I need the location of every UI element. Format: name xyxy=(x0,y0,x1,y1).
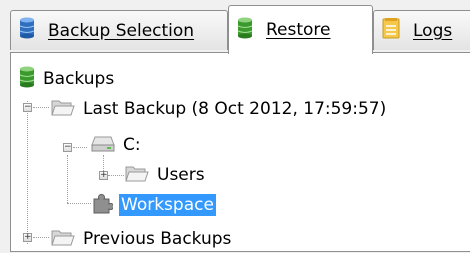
notepad-icon xyxy=(382,17,400,44)
tree-item-label: Users xyxy=(157,165,205,185)
collapse-toggle[interactable]: − xyxy=(63,143,72,152)
puzzle-icon xyxy=(91,192,115,219)
database-green-icon xyxy=(237,17,253,44)
tab-label: Restore xyxy=(266,20,331,40)
tree-item-label: Last Backup (8 Oct 2012, 17:59:57) xyxy=(83,99,387,119)
collapse-toggle[interactable]: − xyxy=(23,103,32,112)
tree-item-drive-c[interactable]: C: xyxy=(91,131,143,159)
database-blue-icon xyxy=(19,17,35,44)
tab-label: Logs xyxy=(413,20,453,41)
tree-item-users[interactable]: Users xyxy=(125,161,207,189)
tab-bar: Backup Selection Restore Logs xyxy=(0,0,470,54)
tree-item-last-backup[interactable]: Last Backup (8 Oct 2012, 17:59:57) xyxy=(51,95,388,123)
tree-connector xyxy=(67,155,68,203)
tree-item-label: Workspace xyxy=(119,194,216,216)
folder-icon xyxy=(125,163,149,188)
database-green-icon xyxy=(19,66,35,93)
tree-connector xyxy=(73,147,87,148)
tree-item-backups[interactable]: Backups xyxy=(19,65,116,93)
tab-backup-selection[interactable]: Backup Selection xyxy=(10,10,228,50)
tree-item-label: Backups xyxy=(43,69,115,89)
tab-logs[interactable]: Logs xyxy=(373,10,470,50)
tab-restore[interactable]: Restore xyxy=(228,5,373,54)
folder-open-icon xyxy=(51,97,75,122)
backup-tree[interactable]: − − + + Backups Last Backup (8 Oct 2012,… xyxy=(10,52,470,252)
expand-toggle[interactable]: + xyxy=(23,233,32,242)
tree-connector xyxy=(33,107,49,108)
tree-item-label: Previous Backups xyxy=(83,229,232,249)
tab-label: Backup Selection xyxy=(48,20,195,41)
tree-connector xyxy=(67,203,91,204)
drive-icon xyxy=(91,133,115,158)
tree-connector xyxy=(108,175,124,176)
expand-toggle[interactable]: + xyxy=(99,171,108,180)
tree-item-label: C: xyxy=(123,135,141,155)
tree-connector xyxy=(33,237,49,238)
tree-item-previous-backups[interactable]: Previous Backups xyxy=(51,225,233,253)
tree-item-workspace[interactable]: Workspace xyxy=(91,191,216,219)
tree-connector xyxy=(27,101,28,244)
